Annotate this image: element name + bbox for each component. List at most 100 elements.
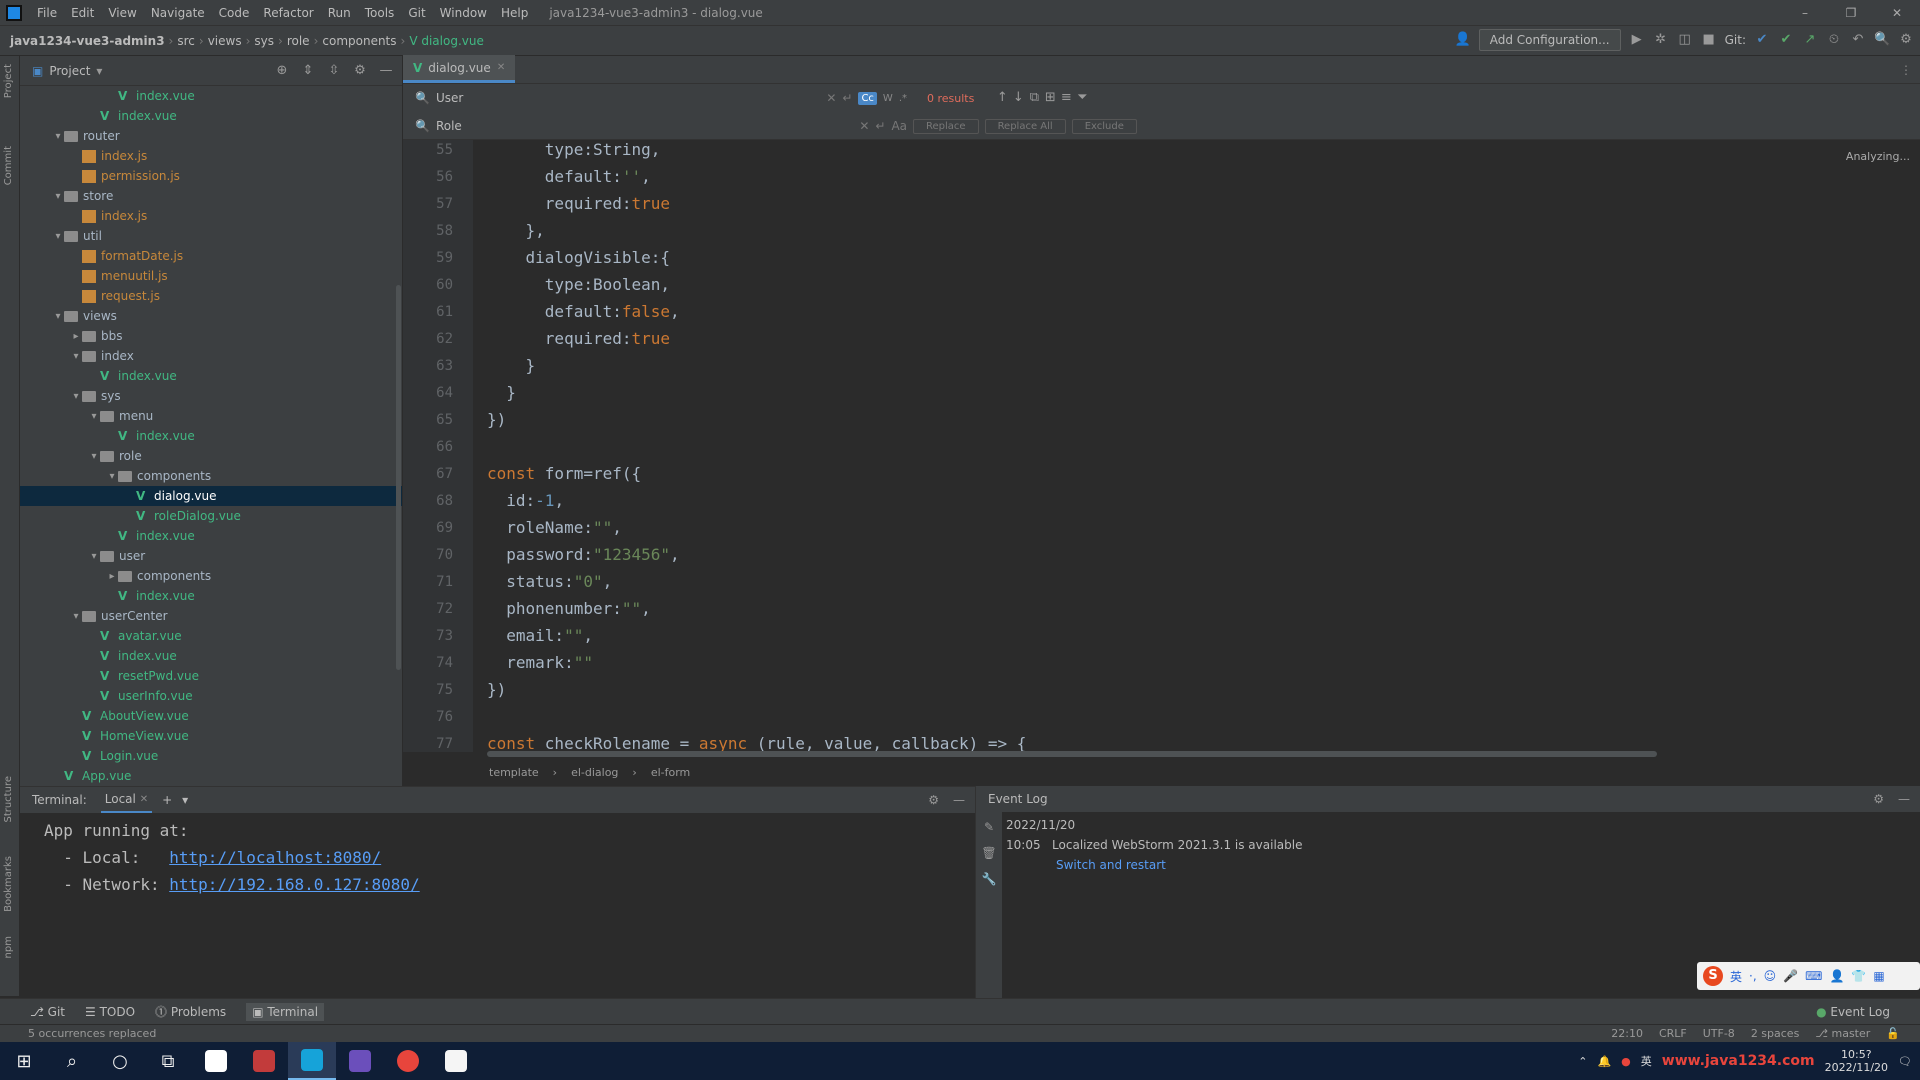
coverage-icon[interactable]: ◫ xyxy=(1677,32,1693,48)
structure-tool-tab[interactable]: Structure xyxy=(3,776,14,823)
menu-window[interactable]: Window xyxy=(433,6,494,20)
bookmarks-tool-tab[interactable]: Bookmarks xyxy=(3,856,14,912)
lock-icon[interactable]: 🔓 xyxy=(1886,1027,1900,1040)
tree-item[interactable]: Vindex.vue xyxy=(20,86,402,106)
chevron-down-icon[interactable]: ▾ xyxy=(182,793,188,807)
select-all-occurrences-icon[interactable]: ⧉ xyxy=(1026,90,1042,106)
tree-item[interactable]: menuutil.js xyxy=(20,266,402,286)
gear-icon[interactable]: ⚙ xyxy=(352,63,368,79)
close-tab-icon[interactable]: ✕ xyxy=(140,794,148,805)
tree-item[interactable]: VuserInfo.vue xyxy=(20,686,402,706)
tree-item[interactable]: ▸ bbs xyxy=(20,326,402,346)
chevron-right-icon[interactable]: ▸ xyxy=(106,571,118,582)
whole-words-toggle[interactable]: W xyxy=(883,93,893,104)
tree-item[interactable]: ▸ components xyxy=(20,566,402,586)
match-case-toggle[interactable]: Cc xyxy=(858,91,877,105)
newline-icon[interactable]: ↵ xyxy=(875,119,885,133)
code-area[interactable]: 55 type:String, 56 default:'', 57 required… xyxy=(403,140,1920,752)
ime-user-icon[interactable]: 👤 xyxy=(1829,969,1844,983)
tree-item[interactable]: VroleDialog.vue xyxy=(20,506,402,526)
search-icon[interactable]: 🔍 xyxy=(1874,32,1890,48)
terminal-tool-button[interactable]: ▣ Terminal xyxy=(246,1002,325,1021)
menu-refactor[interactable]: Refactor xyxy=(256,6,320,20)
regex-toggle[interactable]: .* xyxy=(899,93,907,104)
commit-tool-tab[interactable]: Commit xyxy=(3,146,14,185)
breadcrumb-sys[interactable]: sys xyxy=(250,34,278,48)
add-configuration-button[interactable]: Add Configuration... xyxy=(1478,29,1621,51)
breadcrumb-role[interactable]: role xyxy=(283,34,314,48)
chevron-down-icon[interactable]: ▾ xyxy=(88,411,100,422)
tree-item[interactable]: Vindex.vue xyxy=(20,526,402,546)
action-center-icon[interactable]: 🗨 xyxy=(1898,1055,1912,1068)
chevron-down-icon[interactable]: ▾ xyxy=(70,351,82,362)
notepad-icon[interactable] xyxy=(432,1042,480,1080)
menu-tools[interactable]: Tools xyxy=(358,6,402,20)
todo-tool-button[interactable]: ☰ TODO xyxy=(85,1005,135,1019)
indent-setting[interactable]: 2 spaces xyxy=(1751,1027,1800,1040)
menu-run[interactable]: Run xyxy=(321,6,358,20)
editor-horizontal-scrollbar[interactable] xyxy=(487,751,1657,757)
tree-item[interactable]: ▾ views xyxy=(20,306,402,326)
cortana-icon[interactable]: ○ xyxy=(96,1042,144,1080)
previous-occurrence-icon[interactable]: ↑ xyxy=(994,90,1010,106)
expand-all-icon[interactable]: ⇕ xyxy=(300,63,316,79)
tree-item[interactable]: VresetPwd.vue xyxy=(20,666,402,686)
mark-read-icon[interactable]: ✎ xyxy=(984,820,994,834)
menu-git[interactable]: Git xyxy=(401,6,432,20)
tree-item[interactable]: ▾ user xyxy=(20,546,402,566)
tree-item[interactable]: formatDate.js xyxy=(20,246,402,266)
npm-tool-tab[interactable]: npm xyxy=(3,936,14,958)
menu-view[interactable]: View xyxy=(101,6,143,20)
tree-item[interactable]: ▾ sys xyxy=(20,386,402,406)
run-icon[interactable]: ▶ xyxy=(1629,32,1645,48)
sogou-logo-icon[interactable]: S xyxy=(1703,966,1723,986)
git-branch[interactable]: ⎇ master xyxy=(1815,1027,1870,1040)
tree-item[interactable]: V AboutView.vue xyxy=(20,706,402,726)
minimize-icon[interactable]: – xyxy=(1782,0,1828,26)
menu-help[interactable]: Help xyxy=(494,6,535,20)
tree-item[interactable]: request.js xyxy=(20,286,402,306)
ime-keyboard-icon[interactable]: ⌨ xyxy=(1805,969,1822,983)
menu-navigate[interactable]: Navigate xyxy=(144,6,212,20)
new-terminal-icon[interactable]: + xyxy=(162,793,172,807)
tree-item[interactable]: permission.js xyxy=(20,166,402,186)
project-scrollbar[interactable] xyxy=(396,285,401,670)
tree-item[interactable]: Vindex.vue xyxy=(20,646,402,666)
chevron-down-icon[interactable]: ▾ xyxy=(70,611,82,622)
webstorm-app-icon[interactable] xyxy=(288,1042,336,1080)
tree-item[interactable]: ▾ role xyxy=(20,446,402,466)
network-url-link[interactable]: http://192.168.0.127:8080/ xyxy=(169,875,419,894)
git-push-icon[interactable]: ↗ xyxy=(1802,32,1818,48)
chevron-down-icon[interactable]: ▾ xyxy=(52,311,64,322)
breadcrumb-src[interactable]: src xyxy=(173,34,199,48)
breadcrumb-el-form[interactable]: el-form xyxy=(651,766,690,779)
local-url-link[interactable]: http://localhost:8080/ xyxy=(169,848,381,867)
ime-lang-icon[interactable]: 英 xyxy=(1641,1053,1652,1069)
git-tool-button[interactable]: ⎇ Git xyxy=(30,1005,65,1019)
git-commit-icon[interactable]: ✔ xyxy=(1778,32,1794,48)
chevron-down-icon[interactable]: ▾ xyxy=(52,191,64,202)
chevron-right-icon[interactable]: ▸ xyxy=(70,331,82,342)
add-selection-icon[interactable]: ⊞ xyxy=(1042,90,1058,106)
tree-item[interactable]: V App.vue xyxy=(20,766,402,786)
terminal-output[interactable]: App running at: - Local: http://localhos… xyxy=(20,813,975,902)
hide-icon[interactable]: — xyxy=(953,793,965,807)
ime-punct-icon[interactable]: ·, xyxy=(1749,969,1757,983)
chevron-down-icon[interactable]: ▾ xyxy=(70,391,82,402)
tree-item[interactable]: ▾ router xyxy=(20,126,402,146)
filter-icon[interactable]: ⏷ xyxy=(1074,90,1090,106)
tree-item[interactable]: ▾ index xyxy=(20,346,402,366)
trash-icon[interactable]: 🗑 xyxy=(981,846,996,860)
close-window-icon[interactable]: ✕ xyxy=(1874,0,1920,26)
preserve-case-icon[interactable]: Aa xyxy=(891,119,907,133)
breadcrumb-template[interactable]: template xyxy=(489,766,539,779)
user-icon[interactable]: 👤 xyxy=(1455,32,1471,48)
app-icon[interactable] xyxy=(336,1042,384,1080)
settings-icon[interactable]: ⚙ xyxy=(1898,32,1914,48)
gear-icon[interactable]: ⚙ xyxy=(1873,792,1884,806)
tree-item[interactable]: index.js xyxy=(20,146,402,166)
tree-item[interactable]: Vindex.vue xyxy=(20,366,402,386)
ime-grid-icon[interactable]: ▦ xyxy=(1873,969,1884,983)
multiline-icon[interactable]: ≡ xyxy=(1058,90,1074,106)
event-log-tool-button[interactable]: ● Event Log xyxy=(1816,1005,1920,1019)
